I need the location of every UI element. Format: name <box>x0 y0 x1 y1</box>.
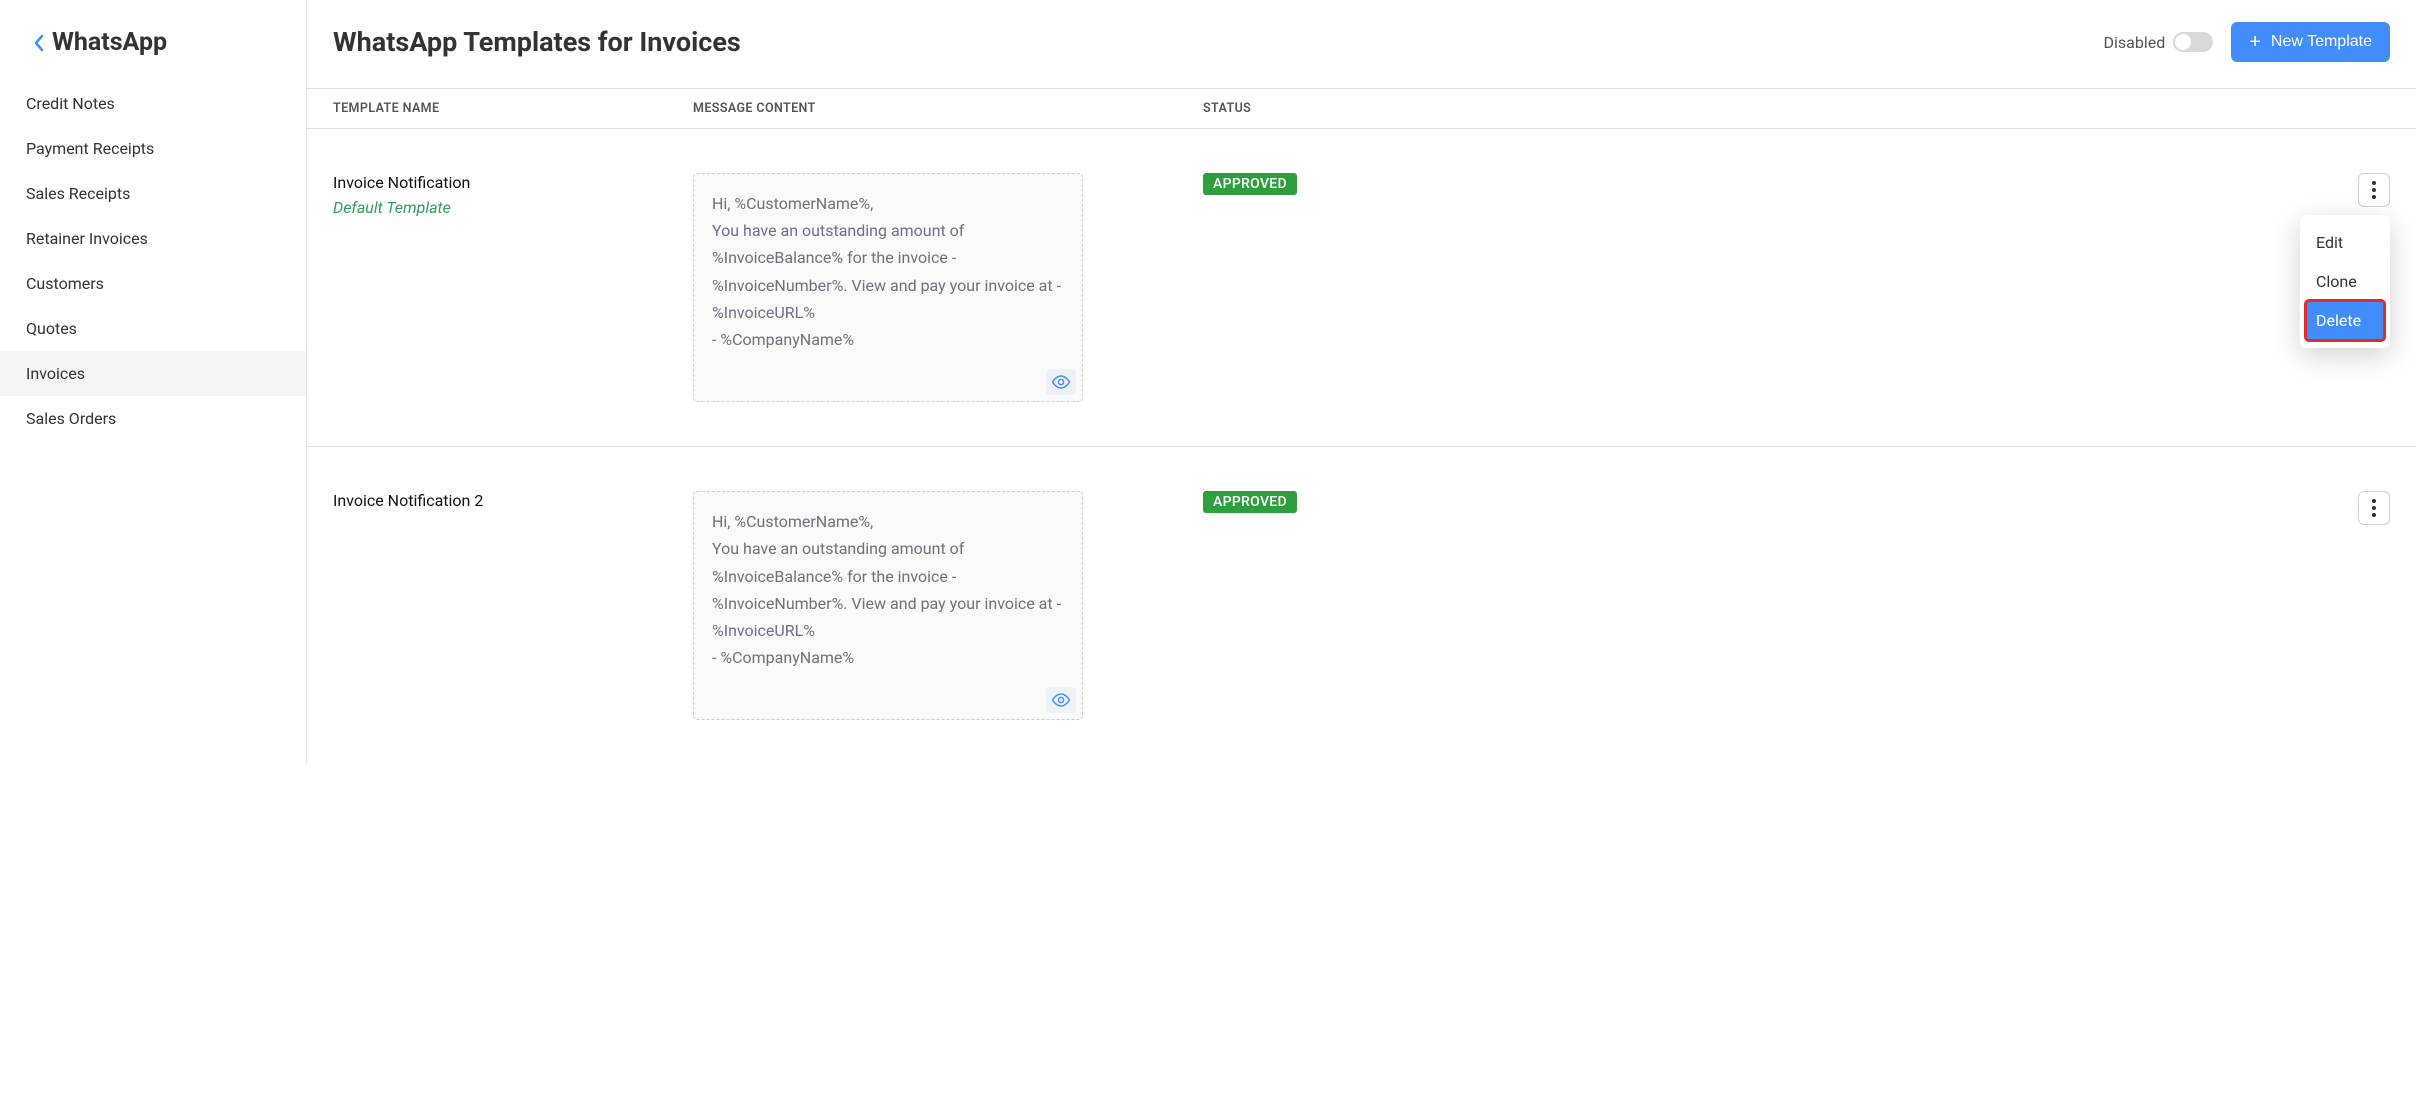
sidebar-item-sales-receipts[interactable]: Sales Receipts <box>0 171 306 216</box>
sidebar: WhatsApp Credit Notes Payment Receipts S… <box>0 0 307 764</box>
sidebar-title: WhatsApp <box>52 28 167 57</box>
sidebar-item-credit-notes[interactable]: Credit Notes <box>0 81 306 126</box>
col-message-content: MESSAGE CONTENT <box>693 101 1203 116</box>
template-name: Invoice Notification 2 <box>333 491 693 510</box>
status-cell: APPROVED <box>1203 491 1463 513</box>
sidebar-list: Credit Notes Payment Receipts Sales Rece… <box>0 81 306 441</box>
eye-icon <box>1051 693 1071 707</box>
message-text: Hi, %CustomerName%, You have an outstand… <box>712 190 1064 353</box>
preview-button[interactable] <box>1046 369 1076 395</box>
menu-clone[interactable]: Clone <box>2306 262 2384 301</box>
menu-edit[interactable]: Edit <box>2306 223 2384 262</box>
row-actions: Edit Clone Delete <box>1463 173 2390 207</box>
sidebar-item-customers[interactable]: Customers <box>0 261 306 306</box>
status-badge: APPROVED <box>1203 491 1297 513</box>
toggle-label: Disabled <box>2103 33 2165 52</box>
status-cell: APPROVED <box>1203 173 1463 195</box>
template-name: Invoice Notification <box>333 173 693 192</box>
message-box: Hi, %CustomerName%, You have an outstand… <box>693 491 1083 720</box>
eye-icon <box>1051 375 1071 389</box>
page-header: WhatsApp Templates for Invoices Disabled… <box>307 0 2416 89</box>
kebab-icon <box>2372 499 2376 517</box>
col-template-name: TEMPLATE NAME <box>333 101 693 116</box>
sidebar-item-sales-orders[interactable]: Sales Orders <box>0 396 306 441</box>
col-status: STATUS <box>1203 101 1463 116</box>
template-name-cell: Invoice Notification Default Template <box>333 173 693 217</box>
header-actions: Disabled + New Template <box>2103 22 2390 62</box>
toggle-switch[interactable] <box>2173 32 2213 52</box>
row-menu-button[interactable] <box>2358 173 2390 207</box>
main-content: WhatsApp Templates for Invoices Disabled… <box>307 0 2416 764</box>
row-actions <box>1463 491 2390 525</box>
page-title: WhatsApp Templates for Invoices <box>333 26 2103 58</box>
chevron-left-icon <box>32 33 46 53</box>
new-template-label: New Template <box>2271 33 2372 51</box>
table-row: Invoice Notification 2 Hi, %CustomerName… <box>307 447 2416 764</box>
sidebar-item-quotes[interactable]: Quotes <box>0 306 306 351</box>
row-menu-button[interactable] <box>2358 491 2390 525</box>
template-name-cell: Invoice Notification 2 <box>333 491 693 510</box>
table-row: Invoice Notification Default Template Hi… <box>307 129 2416 447</box>
sidebar-item-retainer-invoices[interactable]: Retainer Invoices <box>0 216 306 261</box>
message-text: Hi, %CustomerName%, You have an outstand… <box>712 508 1064 671</box>
menu-delete[interactable]: Delete <box>2306 301 2384 340</box>
message-box: Hi, %CustomerName%, You have an outstand… <box>693 173 1083 402</box>
sidebar-item-invoices[interactable]: Invoices <box>0 351 306 396</box>
row-menu-dropdown: Edit Clone Delete <box>2300 215 2390 348</box>
default-template-label: Default Template <box>333 198 693 217</box>
new-template-button[interactable]: + New Template <box>2231 22 2390 62</box>
plus-icon: + <box>2249 32 2261 52</box>
preview-button[interactable] <box>1046 687 1076 713</box>
message-cell: Hi, %CustomerName%, You have an outstand… <box>693 491 1203 720</box>
kebab-icon <box>2372 181 2376 199</box>
status-badge: APPROVED <box>1203 173 1297 195</box>
disabled-toggle-group[interactable]: Disabled <box>2103 32 2213 52</box>
table-header: TEMPLATE NAME MESSAGE CONTENT STATUS <box>307 89 2416 129</box>
sidebar-item-payment-receipts[interactable]: Payment Receipts <box>0 126 306 171</box>
sidebar-header[interactable]: WhatsApp <box>0 0 306 81</box>
message-cell: Hi, %CustomerName%, You have an outstand… <box>693 173 1203 402</box>
